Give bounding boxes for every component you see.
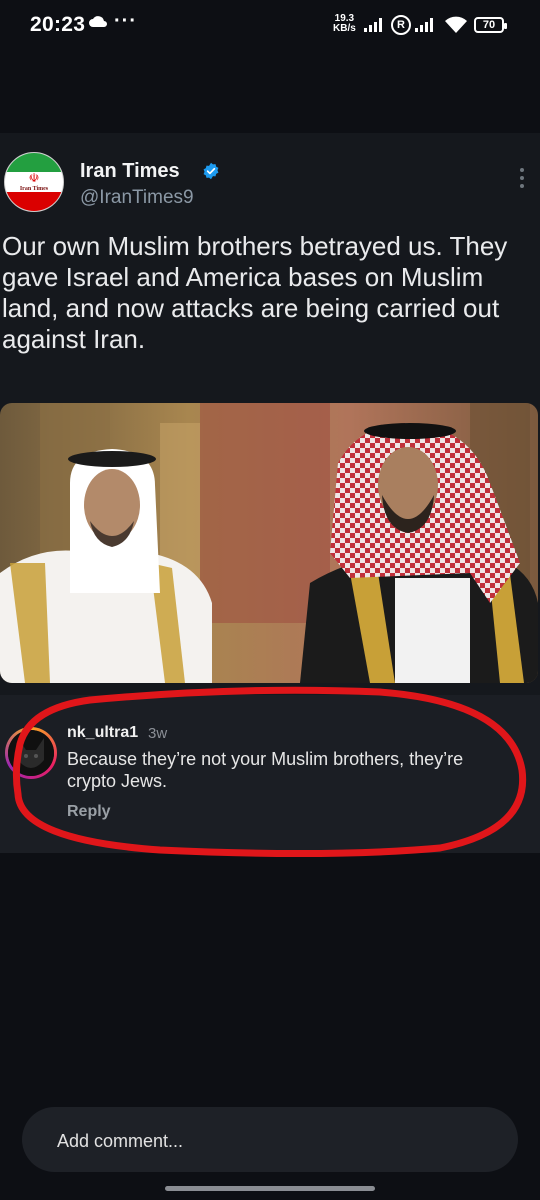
tweet-text: Our own Muslim brothers betrayed us. The… (2, 231, 508, 354)
roaming-icon: R (391, 15, 411, 35)
more-notifications-indicator: ··· (114, 10, 137, 32)
flag-green-stripe (5, 153, 63, 173)
home-indicator[interactable] (165, 1186, 375, 1191)
network-speed-unit: KB/s (333, 23, 356, 34)
network-speed: 19.3 KB/s (333, 14, 356, 34)
tweet-photo[interactable] (0, 403, 538, 683)
add-comment-bar[interactable] (22, 1107, 518, 1172)
tweet-avatar[interactable]: ☫ Iran Times (4, 152, 64, 212)
comment-text: Because they’re not your Muslim brothers… (67, 749, 464, 791)
commenter-avatar-ring[interactable] (5, 727, 57, 779)
wolf-avatar-icon (8, 730, 54, 776)
signal-icon (364, 18, 386, 37)
comment-item: nk_ultra1 3w Because they’re not your Mu… (0, 695, 540, 853)
comment-timestamp: 3w (148, 725, 168, 742)
cloud-icon (88, 14, 108, 33)
add-comment-input[interactable] (55, 1127, 479, 1155)
tweet-card[interactable]: ☫ Iran Times Iran Times @IranTimes9 Our … (0, 133, 540, 695)
tweet-author-name[interactable]: Iran Times (80, 160, 180, 183)
more-options-icon[interactable] (519, 168, 525, 192)
status-time: 20:23 (30, 13, 86, 36)
reply-button[interactable]: Reply (67, 803, 111, 821)
signal-icon-2 (415, 18, 437, 37)
status-bar: 20:23 ··· 19.3 KB/s R 70 (0, 0, 540, 56)
wifi-icon (444, 16, 468, 39)
avatar-logo-text: Iran Times (19, 186, 49, 192)
commenter-avatar[interactable] (8, 730, 54, 776)
verified-badge-icon (203, 162, 219, 180)
comment-username[interactable]: nk_ultra1 (67, 724, 138, 742)
battery-icon: 70 (474, 17, 507, 33)
emblem-icon: ☫ (28, 171, 40, 185)
flag-red-stripe (5, 191, 63, 211)
tweet-author-handle[interactable]: @IranTimes9 (80, 187, 194, 209)
tweet-photo-illustration (0, 403, 538, 683)
